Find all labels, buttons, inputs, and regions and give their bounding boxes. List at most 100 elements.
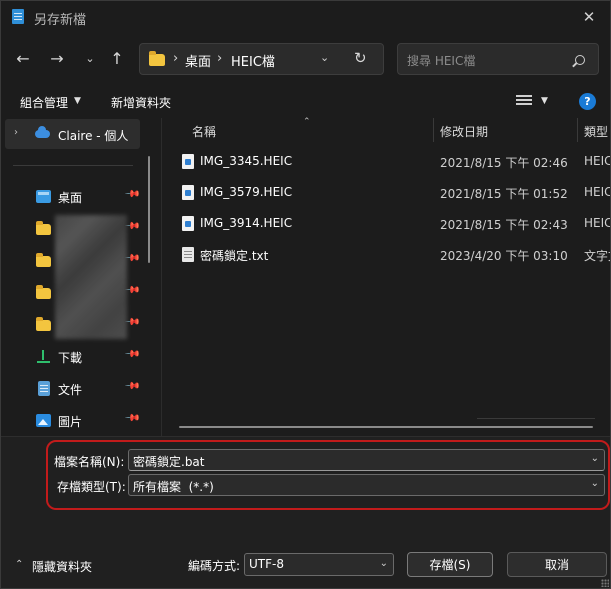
column-header-name[interactable]: 名稱 xyxy=(192,123,216,140)
file-name: IMG_3345.HEIC xyxy=(200,154,293,168)
new-folder-button[interactable]: 新增資料夾 xyxy=(111,94,171,111)
file-row[interactable]: 密碼鎖定.txt 2023/4/20 下午 03:10 文字文件 xyxy=(162,240,610,271)
encoding-label: 編碼方式: xyxy=(188,559,241,573)
filename-label: 檔案名稱(N): xyxy=(54,455,125,469)
search-icon[interactable] xyxy=(575,55,585,65)
hide-folders-toggle[interactable]: 隱藏資料夾 xyxy=(32,558,92,575)
cancel-button[interactable]: 取消 xyxy=(507,552,607,577)
desktop-icon xyxy=(36,190,51,203)
up-button[interactable]: ↑ xyxy=(106,47,128,69)
folder-icon xyxy=(36,253,51,267)
close-button[interactable]: ✕ xyxy=(578,6,600,28)
sidebar-item-label: 文件 xyxy=(58,383,83,397)
file-name: IMG_3914.HEIC xyxy=(200,216,293,230)
file-row[interactable]: IMG_3345.HEIC 2021/8/15 下午 02:46 HEIC xyxy=(162,147,611,178)
sidebar-item-documents[interactable]: 文件 📌 xyxy=(1,374,146,404)
filetype-value: 所有檔案 (*.*) xyxy=(133,480,214,494)
address-bar[interactable]: › 桌面 › HEIC檔 ⌄ ↻ xyxy=(139,43,384,75)
breadcrumb-separator[interactable]: › xyxy=(173,51,178,66)
filename-input[interactable]: 密碼鎖定.bat xyxy=(133,453,205,470)
sidebar-item-label: 圖片 xyxy=(58,415,83,429)
scroll-track-line xyxy=(477,418,595,419)
search-input[interactable]: 搜尋 HEIC檔 xyxy=(407,52,475,69)
file-row[interactable]: IMG_3914.HEIC 2021/8/15 下午 02:43 HEIC xyxy=(162,209,611,240)
organize-menu[interactable]: 組合管理 xyxy=(20,94,68,111)
sidebar-item-desktop[interactable]: 桌面 📌 xyxy=(1,182,146,212)
pictures-icon xyxy=(36,414,51,427)
pin-icon: 📌 xyxy=(123,378,141,395)
dialog-title: 另存新檔 xyxy=(34,13,87,28)
chevron-down-icon[interactable]: ⌄ xyxy=(591,453,599,464)
sort-ascending-icon: ⌃ xyxy=(303,117,311,127)
chevron-up-icon[interactable]: ⌃ xyxy=(15,559,23,570)
column-header-date[interactable]: 修改日期 xyxy=(440,123,488,140)
download-icon xyxy=(36,350,51,363)
save-options-panel: 檔案名稱(N): 密碼鎖定.bat ⌄ 存檔類型(T): 所有檔案 (*.*) … xyxy=(1,436,610,588)
recent-locations-button[interactable]: ⌄ xyxy=(79,47,101,69)
save-button[interactable]: 存檔(S) xyxy=(407,552,493,577)
file-name: 密碼鎖定.txt xyxy=(200,249,269,263)
sidebar-item-onedrive[interactable]: › Claire - 個人 xyxy=(5,119,140,149)
view-options-dropdown[interactable]: ▼ xyxy=(541,96,548,106)
file-date: 2021/8/15 下午 02:43 xyxy=(440,218,568,232)
chevron-right-icon[interactable]: › xyxy=(14,127,18,138)
file-type: HEIC xyxy=(584,185,611,199)
column-header-row: 名稱 ⌃ 修改日期 類型 xyxy=(162,117,610,144)
resize-grip[interactable] xyxy=(601,579,609,587)
sidebar-scrollbar[interactable] xyxy=(148,156,150,263)
folder-icon xyxy=(36,317,51,331)
column-resize-handle[interactable] xyxy=(433,118,434,142)
file-type: 文字文件 xyxy=(584,249,610,263)
column-resize-handle[interactable] xyxy=(577,118,578,142)
help-icon[interactable]: ? xyxy=(579,93,596,110)
save-as-dialog: 另存新檔 ✕ ← → ⌄ ↑ › 桌面 › HEIC檔 ⌄ ↻ 搜尋 HEIC檔… xyxy=(0,0,611,589)
back-button[interactable]: ← xyxy=(12,47,34,69)
heic-file-icon xyxy=(182,216,194,231)
sidebar-item-label: Claire - 個人 xyxy=(58,129,129,143)
sidebar-item-label: 桌面 xyxy=(58,191,83,205)
chevron-down-icon[interactable]: ⌄ xyxy=(380,558,388,569)
file-name: IMG_3579.HEIC xyxy=(200,185,293,199)
notepad-icon xyxy=(12,9,24,24)
sidebar-divider xyxy=(13,165,133,166)
column-header-type[interactable]: 類型 xyxy=(584,123,608,140)
filetype-label: 存檔類型(T): xyxy=(57,480,126,494)
file-type: HEIC xyxy=(584,216,611,230)
command-bar: 組合管理 ▼ 新增資料夾 ▼ ? xyxy=(1,87,610,117)
chevron-down-icon[interactable]: ⌄ xyxy=(591,478,599,489)
filetype-select[interactable]: 所有檔案 (*.*) ⌄ xyxy=(128,474,605,496)
heic-file-icon xyxy=(182,154,194,169)
filename-field[interactable]: 密碼鎖定.bat ⌄ xyxy=(128,449,605,471)
breadcrumb-heic-folder[interactable]: HEIC檔 xyxy=(231,51,275,70)
refresh-button[interactable]: ↻ xyxy=(354,49,367,67)
sidebar-item-pictures[interactable]: 圖片 📌 xyxy=(1,406,146,436)
folder-icon xyxy=(149,51,165,66)
forward-button[interactable]: → xyxy=(46,47,68,69)
encoding-value: UTF-8 xyxy=(249,557,284,571)
chevron-down-icon[interactable]: ▼ xyxy=(74,96,81,106)
redacted-folder-names xyxy=(55,215,127,339)
file-type: HEIC xyxy=(584,154,611,168)
navigation-bar: ← → ⌄ ↑ › 桌面 › HEIC檔 ⌄ ↻ 搜尋 HEIC檔 xyxy=(1,39,610,79)
search-box[interactable]: 搜尋 HEIC檔 xyxy=(397,43,599,75)
breadcrumb-desktop[interactable]: 桌面 xyxy=(185,51,211,70)
sidebar-item-downloads[interactable]: 下載 📌 xyxy=(1,342,146,372)
onedrive-cloud-icon xyxy=(35,126,50,138)
pin-icon: 📌 xyxy=(123,346,141,363)
address-history-dropdown[interactable]: ⌄ xyxy=(320,51,329,64)
horizontal-scrollbar[interactable] xyxy=(179,426,593,428)
navigation-pane: › Claire - 個人 桌面 📌 📌 📌 📌 📌 下載 📌 文件 📌 圖片 … xyxy=(1,118,157,436)
file-row[interactable]: IMG_3579.HEIC 2021/8/15 下午 01:52 HEIC xyxy=(162,178,611,209)
file-date: 2021/8/15 下午 01:52 xyxy=(440,187,568,201)
file-date: 2021/8/15 下午 02:46 xyxy=(440,156,568,170)
view-options-icon[interactable] xyxy=(516,95,532,108)
text-file-icon xyxy=(182,247,194,262)
encoding-select[interactable]: UTF-8 ⌄ xyxy=(244,553,394,576)
title-bar: 另存新檔 ✕ xyxy=(1,1,610,33)
file-list: 名稱 ⌃ 修改日期 類型 IMG_3345.HEIC 2021/8/15 下午 … xyxy=(162,117,611,436)
pin-icon: 📌 xyxy=(123,410,141,427)
sidebar-item-label: 下載 xyxy=(58,351,83,365)
heic-file-icon xyxy=(182,185,194,200)
pin-icon: 📌 xyxy=(123,186,141,203)
breadcrumb-separator[interactable]: › xyxy=(217,51,222,66)
